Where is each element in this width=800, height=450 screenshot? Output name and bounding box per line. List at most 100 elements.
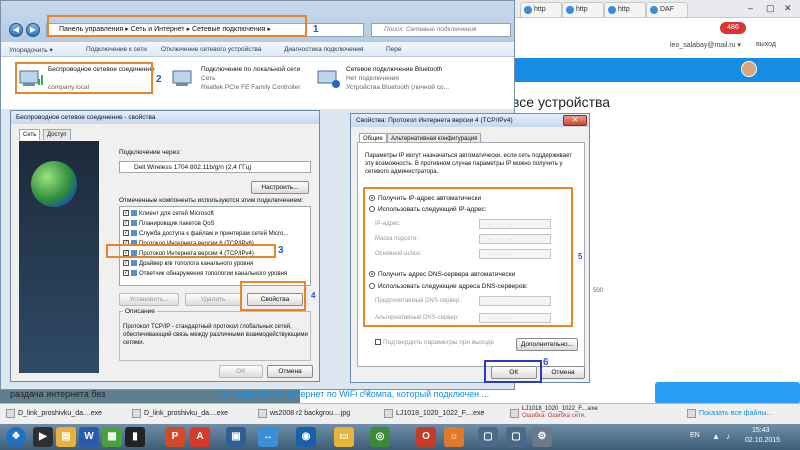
highlight-ipv4-item: [106, 244, 276, 258]
powerpoint-icon[interactable]: P: [165, 427, 185, 447]
start-icon[interactable]: ❖: [6, 427, 26, 447]
file-icon: [258, 409, 267, 418]
file-icon: [132, 409, 141, 418]
rename-button[interactable]: Пере: [386, 46, 402, 53]
cancel-button[interactable]: Отмена: [267, 365, 313, 378]
pdf-icon[interactable]: A: [190, 427, 210, 447]
download-item[interactable]: LJ1018_1020_1022_F....exe: [382, 406, 504, 421]
dialog-title: Свойства: Протокол Интернета версии 4 (T…: [351, 114, 589, 127]
component-icon: [131, 230, 137, 237]
connect-button[interactable]: Подключение к сети: [86, 46, 147, 53]
advanced-button[interactable]: Дополнительно...: [516, 338, 578, 351]
browser-tab[interactable]: http: [520, 2, 562, 17]
annotation-number: 6: [543, 357, 549, 368]
counter-badge: 500: [593, 288, 604, 294]
browser-tab[interactable]: http: [562, 2, 604, 17]
network-tray-icon[interactable]: ▲: [712, 432, 720, 441]
network-icon[interactable]: ◉: [296, 427, 316, 447]
chrome-icon[interactable]: ◎: [370, 427, 390, 447]
opera-icon[interactable]: O: [416, 427, 436, 447]
annotation-number: 1: [313, 24, 319, 35]
list-item[interactable]: ✓ Служба доступа к файлам и принтерам сет…: [123, 230, 288, 239]
firefox-icon[interactable]: ☼: [444, 427, 464, 447]
list-item[interactable]: ✓ Драйвер в/в тополога канального уровня: [123, 260, 253, 269]
checkbox-icon[interactable]: ✓: [123, 220, 129, 227]
show-all-downloads-link[interactable]: Показать все файлы...: [685, 406, 772, 421]
tab-badge: 486: [720, 22, 746, 34]
explorer-icon[interactable]: ▤: [56, 427, 76, 447]
agent-button[interactable]: [655, 382, 800, 404]
clock-date[interactable]: 02.10.2015: [745, 437, 780, 444]
configure-button[interactable]: Настроить...: [251, 181, 309, 194]
tab-sharing[interactable]: Доступ: [43, 129, 71, 140]
minimize-icon[interactable]: –: [748, 3, 753, 13]
ok-button[interactable]: OK: [219, 365, 263, 378]
adapter-name: Dell Wireless 1704 802.11b/g/n (2,4 ГГц): [119, 161, 311, 173]
media-icon[interactable]: ▶: [33, 427, 53, 447]
terminal-icon[interactable]: ▮: [125, 427, 145, 447]
close-icon[interactable]: ✕: [563, 115, 587, 126]
teamviewer-icon[interactable]: ↔: [258, 427, 278, 447]
favicon-icon: [566, 6, 574, 14]
annotation-number: 3: [278, 245, 284, 256]
checkbox-icon[interactable]: [375, 339, 381, 346]
component-icon: [131, 220, 137, 227]
app-icon[interactable]: ▣: [226, 427, 246, 447]
connect-via-label: Подключение через:: [119, 149, 181, 156]
clock-time[interactable]: 15:43: [752, 427, 770, 434]
checkbox-icon[interactable]: ✓: [123, 270, 129, 277]
component-icon: [131, 260, 137, 267]
diagnose-button[interactable]: Диагностика подключения: [284, 46, 363, 53]
connection-lan[interactable]: Подключение по локальной сети Сеть Realt…: [171, 65, 311, 95]
logout-link[interactable]: выход: [756, 41, 776, 48]
connection-bluetooth[interactable]: Сетевое подключение Bluetooth Нет подклю…: [316, 65, 506, 95]
download-item[interactable]: ws2008 r2 backgrou....jpg: [256, 406, 378, 421]
search-input[interactable]: Поиск: Сетевые подключения: [371, 23, 511, 37]
word-icon[interactable]: W: [79, 427, 99, 447]
annotation-number: 4: [311, 291, 316, 300]
network-globe-icon: [31, 161, 77, 207]
file-icon: [384, 409, 393, 418]
volume-tray-icon[interactable]: ♪: [726, 432, 730, 441]
favicon-icon: [524, 6, 532, 14]
avatar[interactable]: [741, 61, 757, 77]
settings-icon[interactable]: ⚙: [532, 427, 552, 447]
download-item[interactable]: D_link_proshivku_da....exe: [130, 406, 252, 421]
spreadsheet-icon[interactable]: ▦: [102, 427, 122, 447]
close-icon[interactable]: ✕: [784, 3, 792, 14]
list-item[interactable]: ✓ Планировщик пакетов QoS: [123, 220, 215, 229]
annotation-number: 2: [156, 74, 162, 85]
forward-icon[interactable]: ▶: [26, 23, 40, 37]
maximize-icon[interactable]: ▢: [766, 3, 775, 14]
checkbox-icon[interactable]: ✓: [123, 260, 129, 267]
list-item[interactable]: ✓ Клиент для сетей Microsoft: [123, 210, 214, 219]
organize-button[interactable]: Упорядочить ▾: [9, 46, 53, 54]
disable-device-button[interactable]: Отключение сетевого устройства: [161, 46, 261, 53]
post-link[interactable]: Как подключить интернет по WiFi с компа,…: [218, 389, 489, 399]
checkbox-icon[interactable]: ✓: [123, 230, 129, 237]
intro-text: Параметры IP могут назначаться автоматич…: [365, 153, 572, 175]
user-email[interactable]: leo_salabay@mail.ru ▾: [670, 41, 741, 49]
remove-button[interactable]: Удалить: [185, 293, 241, 306]
browser-tab[interactable]: http: [604, 2, 646, 17]
tab-network[interactable]: Сеть: [19, 129, 41, 140]
back-icon[interactable]: ◀: [9, 23, 23, 37]
window-icon[interactable]: ▢: [478, 427, 498, 447]
highlight-properties: [240, 281, 306, 311]
annotation-number: 5: [578, 252, 583, 261]
validate-checkbox[interactable]: Подтвердить параметры при выходе: [375, 339, 494, 346]
browser-tab[interactable]: DAF: [646, 2, 688, 17]
folder-icon[interactable]: ▭: [334, 427, 354, 447]
explorer-toolbar: Упорядочить ▾ Подключение к сети Отключе…: [1, 41, 514, 57]
window-icon[interactable]: ▢: [506, 427, 526, 447]
description-label: Описание: [123, 308, 157, 315]
checkbox-icon[interactable]: ✓: [123, 210, 129, 217]
download-item-error[interactable]: LJ1018_1020_1022_F....exe Ошибка: Ошибка …: [508, 406, 628, 421]
download-item[interactable]: D_link_proshivku_da....exe: [4, 406, 126, 421]
language-indicator[interactable]: EN: [690, 432, 700, 439]
install-button[interactable]: Установить...: [119, 293, 179, 306]
component-icon: [131, 210, 137, 217]
description-text: Протокол TCP/IP - стандартный протокол г…: [123, 324, 308, 346]
list-item[interactable]: ✓ Ответчик обнаружения топологии канально…: [123, 270, 287, 279]
highlight-wireless: [15, 62, 153, 94]
